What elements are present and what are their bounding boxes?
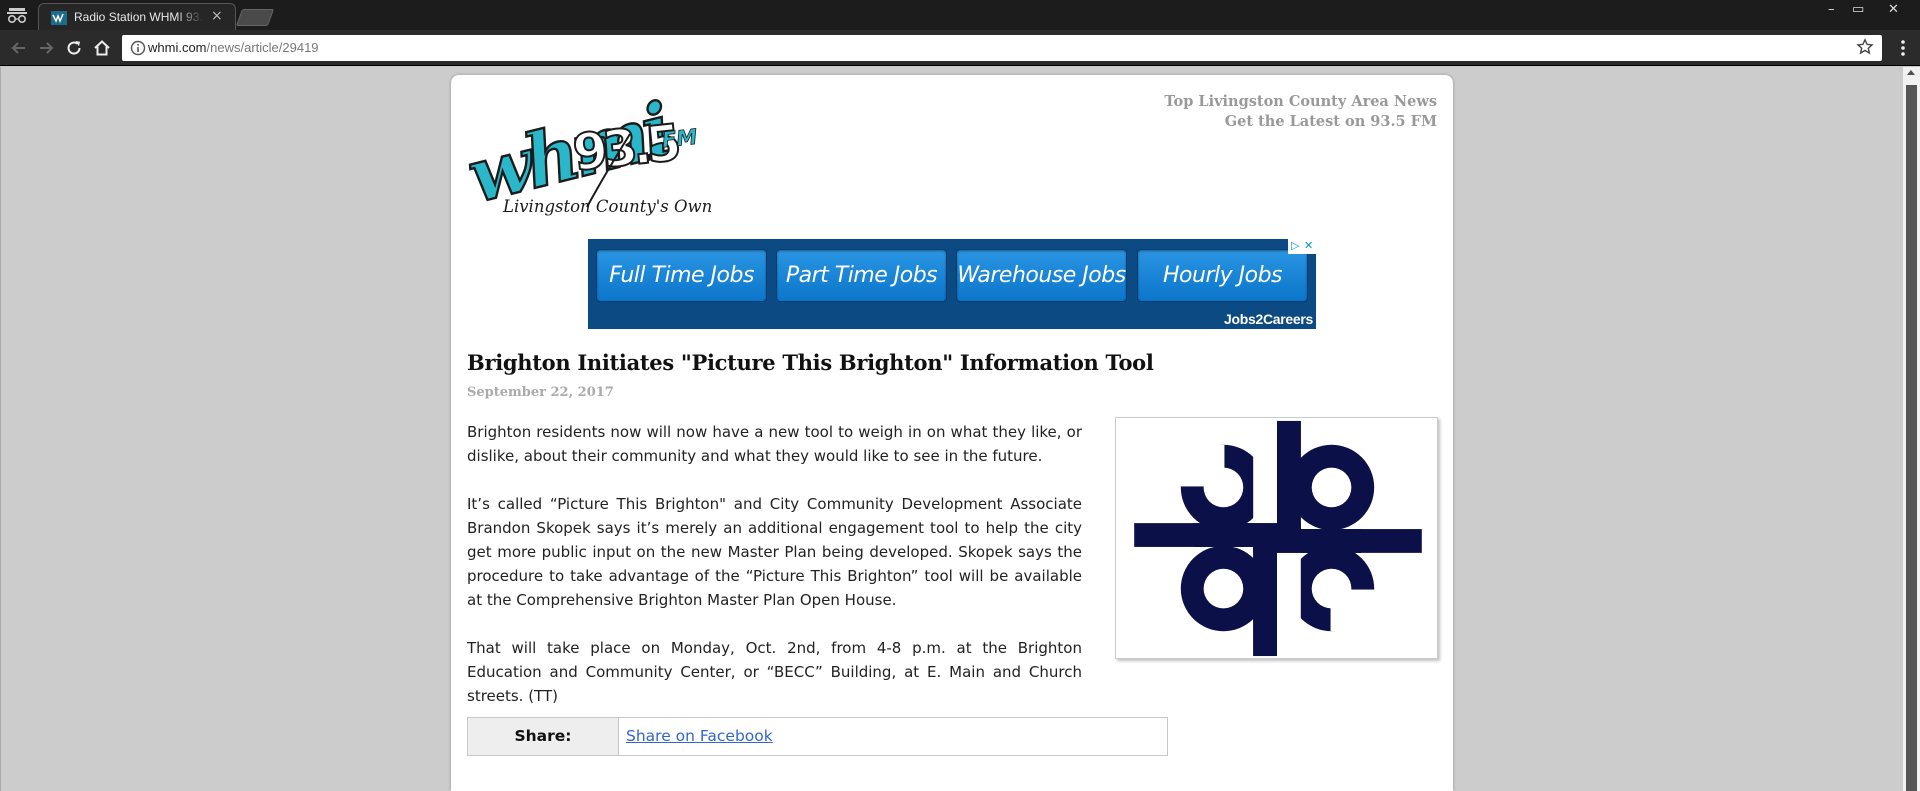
forward-arrow-icon[interactable] <box>36 38 56 58</box>
tab-title: Radio Station WHMI 93.5 FM <box>74 10 204 24</box>
whmi-logo[interactable]: whmi 93.5 FM Livingston County's Own <box>465 89 711 217</box>
tab-active[interactable]: Radio Station WHMI 93.5 FM × <box>38 3 236 30</box>
article-image <box>1115 417 1438 659</box>
ad-close-icon[interactable]: ✕ <box>1304 240 1313 252</box>
tab-close-icon[interactable]: × <box>211 8 223 24</box>
ad-warehouse-jobs-button[interactable]: Warehouse Jobs <box>956 249 1127 302</box>
ad-hourly-jobs-button[interactable]: Hourly Jobs <box>1137 249 1308 302</box>
back-arrow-icon[interactable] <box>9 38 29 58</box>
vertical-scrollbar[interactable] <box>1903 67 1920 791</box>
info-icon[interactable] <box>130 40 146 56</box>
scroll-up-arrow-icon[interactable] <box>1907 70 1915 75</box>
tagline-line-1: Top Livingston County Area News <box>1164 93 1437 110</box>
article-paragraph: It’s called “Picture This Brighton" and … <box>467 495 1082 609</box>
address-bar[interactable]: whmi.com/news/article/29419 <box>122 35 1882 61</box>
logo-fm-text: FM <box>661 125 699 153</box>
site-tagline: Top Livingston County Area News Get the … <box>1164 92 1437 132</box>
share-label: Share: <box>468 718 619 755</box>
article-body: Brighton residents now will now have a n… <box>467 420 1082 732</box>
reload-icon[interactable] <box>64 38 84 58</box>
whmi-favicon-icon <box>51 11 67 25</box>
ad-choices[interactable]: ▷ ✕ <box>1288 239 1316 254</box>
ad-part-time-jobs-button[interactable]: Part Time Jobs <box>776 249 947 302</box>
job-ad-banner[interactable]: Full Time Jobs Part Time Jobs Warehouse … <box>588 239 1316 329</box>
share-table: Share: Share on Facebook <box>467 717 1168 756</box>
share-on-facebook-link[interactable]: Share on Facebook <box>619 718 773 755</box>
tagline-line-2: Get the Latest on 93.5 FM <box>1224 113 1437 130</box>
ad-brand-logo[interactable]: Jobs2Careers <box>1224 311 1313 327</box>
url-host: whmi.com <box>148 40 207 55</box>
article-date: September 22, 2017 <box>467 385 614 400</box>
browser-titlebar: Radio Station WHMI 93.5 FM × – ▭ ✕ <box>0 0 1920 30</box>
scrollbar-thumb[interactable] <box>1906 85 1917 791</box>
adchoices-icon[interactable]: ▷ <box>1291 240 1299 252</box>
url-path: /news/article/29419 <box>206 40 319 55</box>
article-paragraph: That will take place on Monday, Oct. 2nd… <box>467 639 1082 705</box>
close-window-button[interactable]: ✕ <box>1888 2 1899 17</box>
incognito-icon <box>7 8 27 24</box>
ad-full-time-jobs-button[interactable]: Full Time Jobs <box>596 249 767 302</box>
restore-button[interactable]: ▭ <box>1852 2 1864 17</box>
url-text[interactable]: whmi.com/news/article/29419 <box>148 40 319 55</box>
logo-slogan: Livingston County's Own <box>502 197 711 216</box>
browser-menu-icon[interactable] <box>1893 38 1913 58</box>
article-page: whmi 93.5 FM Livingston County's Own Top… <box>451 75 1453 791</box>
new-tab-button[interactable] <box>235 9 275 26</box>
article-headline: Brighton Initiates "Picture This Brighto… <box>467 350 1154 375</box>
home-icon[interactable] <box>92 38 112 58</box>
minimize-button[interactable]: – <box>1828 2 1835 17</box>
brighton-city-logo-image <box>1134 420 1422 657</box>
bookmark-star-icon[interactable] <box>1856 38 1874 56</box>
article-paragraph: Brighton residents now will now have a n… <box>467 423 1082 465</box>
